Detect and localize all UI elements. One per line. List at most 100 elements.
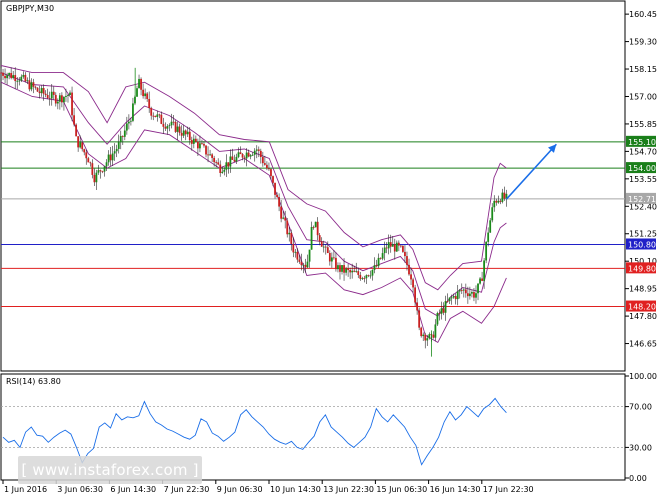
candle-body: [227, 162, 230, 167]
candle-body: [466, 293, 469, 297]
candle-body: [229, 156, 232, 167]
rsi-tick-label-0: 100.00: [629, 372, 657, 381]
candle-body: [217, 162, 220, 165]
candle-body: [24, 74, 27, 82]
candle-body: [335, 257, 337, 270]
candle-body: [381, 253, 384, 259]
candle-body: [320, 241, 323, 247]
candle-body: [205, 145, 207, 155]
candle-body: [385, 247, 388, 249]
candle-body: [10, 72, 13, 79]
candle-body: [176, 126, 179, 132]
candle-body: [79, 142, 82, 148]
candle-body: [158, 114, 161, 116]
candle-body: [233, 159, 236, 162]
candle-body: [237, 152, 240, 157]
candle-body: [349, 270, 352, 273]
candle-body: [255, 149, 258, 151]
candle-body: [28, 80, 31, 90]
candle-body: [363, 278, 366, 279]
candle-body: [73, 115, 75, 125]
candle-body: [280, 206, 283, 219]
candle-body: [136, 88, 138, 97]
candle-body: [20, 76, 23, 81]
candle-body: [241, 154, 244, 158]
candle-body: [337, 265, 339, 270]
candle-body: [367, 275, 370, 277]
candle-body: [503, 192, 506, 199]
candle-body: [99, 170, 102, 172]
candle-body: [194, 138, 197, 142]
candle-body: [318, 235, 321, 242]
candle-body: [144, 93, 147, 97]
candle-body: [85, 152, 88, 159]
candle-body: [343, 265, 345, 273]
candle-body: [274, 182, 276, 195]
rsi-axis: 100.00 70.00 30.00 0.00: [625, 372, 657, 483]
candle-body: [361, 278, 364, 279]
candle-body: [101, 171, 104, 173]
candle-body: [261, 156, 264, 164]
candle-body: [215, 162, 218, 163]
candle-body: [91, 163, 94, 175]
candle-body: [22, 74, 25, 77]
candle-body: [312, 227, 315, 228]
candle-body: [268, 168, 270, 170]
candle-body: [186, 131, 189, 135]
candle-body: [239, 152, 242, 155]
candle-body: [257, 149, 260, 151]
candle-body: [306, 261, 309, 268]
candle-body: [462, 289, 465, 291]
candle-body: [14, 75, 17, 82]
candle-body: [347, 268, 350, 271]
candle-body: [399, 245, 402, 247]
candle-body: [156, 114, 159, 117]
rsi-title: RSI(14) 63.80: [6, 377, 61, 386]
candle-body: [123, 130, 126, 137]
candle-body: [65, 95, 67, 97]
candle-body: [333, 257, 335, 259]
candle-body: [290, 232, 293, 244]
price-tick-label-6: 153.55: [629, 175, 657, 184]
candle-body: [477, 283, 479, 294]
candle-body: [308, 249, 311, 262]
candle-body: [34, 86, 37, 88]
level-label-1: 154.00: [628, 164, 656, 173]
candle-body: [485, 241, 488, 261]
level-label-2: 152.71: [628, 195, 656, 204]
candle-body: [93, 174, 96, 183]
candle-body: [184, 130, 187, 135]
candle-body: [16, 80, 19, 82]
candle-body: [270, 169, 272, 177]
candle-body: [471, 292, 473, 294]
candle-body: [77, 136, 80, 148]
candle-body: [251, 154, 254, 156]
candle-body: [52, 91, 55, 95]
candle-body: [440, 308, 443, 314]
candle-body: [351, 270, 354, 273]
candle-body: [300, 261, 303, 266]
candle-body: [188, 131, 191, 141]
candle-body: [245, 152, 248, 159]
candle-body: [97, 170, 100, 173]
candle-body: [460, 290, 463, 291]
candle-body: [221, 171, 224, 173]
candle-body: [247, 152, 250, 157]
candle-body: [69, 92, 71, 96]
candle-body: [111, 153, 114, 161]
candle-body: [408, 264, 410, 275]
candle-body: [0, 72, 2, 74]
candle-body: [442, 308, 445, 313]
price-axis: 160.45 159.30 158.15 157.00 155.85 154.70 153.…: [625, 10, 657, 349]
time-tick-label-7: 15 Jun 06:30: [376, 485, 427, 494]
candle-body: [365, 275, 368, 279]
candle-body: [81, 142, 84, 150]
candle-body: [288, 232, 291, 235]
candle-body: [109, 154, 112, 161]
candle-body: [432, 334, 435, 338]
candle-body: [6, 75, 8, 79]
candle-body: [377, 257, 380, 267]
candle-body: [359, 274, 362, 279]
candle-body: [418, 310, 421, 328]
candle-body: [231, 156, 234, 160]
